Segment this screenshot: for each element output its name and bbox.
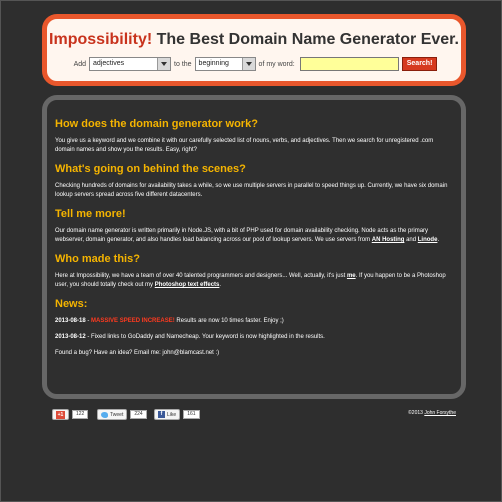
footer: +1 122 Tweet 224 f Like 161 ©2013 John F… <box>52 409 456 423</box>
section-text: Our domain name generator is written pri… <box>55 227 453 245</box>
gplus-count: 122 <box>72 410 89 419</box>
news-item: 2013-08-18 - MASSIVE SPEED INCREASE! Res… <box>55 317 453 326</box>
section-behind-scenes: What's going on behind the scenes? Check… <box>55 163 453 200</box>
section-text: Checking hundreds of domains for availab… <box>55 183 448 198</box>
header-panel: Impossibility! The Best Domain Name Gene… <box>42 14 466 86</box>
twitter-share: Tweet 224 <box>97 409 147 420</box>
add-label: Add <box>73 60 87 68</box>
news-text: Results are now 10 times faster. Enjoy ;… <box>174 318 284 324</box>
word-type-value: adjectives <box>93 60 125 67</box>
page-title: Impossibility! The Best Domain Name Gene… <box>47 31 461 49</box>
tagline: The Best Domain Name Generator Ever. <box>156 31 459 48</box>
news-date: 2013-08-12 <box>55 334 86 340</box>
author-link[interactable]: John Forsythe <box>424 410 456 416</box>
me-link[interactable]: me <box>347 273 356 279</box>
an-hosting-link[interactable]: AN Hosting <box>372 237 405 243</box>
dropdown-arrow-icon[interactable] <box>157 58 171 70</box>
section-who-made: Who made this? Here at Impossibility, we… <box>55 253 453 290</box>
position-value: beginning <box>198 60 229 67</box>
section-heading: Who made this? <box>55 253 140 265</box>
dropdown-arrow-icon[interactable] <box>241 58 255 70</box>
facebook-icon: f <box>158 411 165 418</box>
news-item: 2013-08-12 - Fixed links to GoDaddy and … <box>55 333 453 342</box>
text-part: . <box>437 237 440 243</box>
keyword-input[interactable] <box>299 57 399 71</box>
news-highlight: MASSIVE SPEED INCREASE! <box>91 318 175 324</box>
search-button[interactable]: Search! <box>401 57 438 71</box>
brand-name: Impossibility! <box>49 31 153 48</box>
text-part: . <box>219 282 222 288</box>
gplus-share: +1 122 <box>52 409 89 420</box>
contact-note: Found a bug? Have an idea? Email me: joh… <box>55 350 220 356</box>
copyright-prefix: ©2013 <box>408 410 425 416</box>
gplus-button[interactable]: +1 <box>52 409 69 420</box>
facebook-share: f Like 161 <box>154 409 200 420</box>
tweet-button[interactable]: Tweet <box>97 409 128 420</box>
text-part: Here at Impossibility, we have a team of… <box>55 273 347 279</box>
news-heading: News: <box>55 298 88 310</box>
like-label: Like <box>167 411 177 418</box>
of-word-label: of my word: <box>258 60 295 68</box>
tweet-count: 224 <box>130 410 147 419</box>
photoshop-effects-link[interactable]: Photoshop text effects <box>155 282 220 288</box>
generator-form: Add adjectives to the beginning of my wo… <box>47 57 461 71</box>
section-heading: Tell me more! <box>55 208 126 220</box>
text-part: and <box>404 237 418 243</box>
like-count: 161 <box>183 410 200 419</box>
like-button[interactable]: f Like <box>154 409 181 420</box>
word-type-select[interactable]: adjectives <box>89 57 172 71</box>
section-news: News: 2013-08-18 - MASSIVE SPEED INCREAS… <box>55 298 453 358</box>
content-panel: How does the domain generator work? You … <box>42 95 466 399</box>
section-heading: What's going on behind the scenes? <box>55 163 246 175</box>
position-select[interactable]: beginning <box>194 57 256 71</box>
twitter-bird-icon <box>101 411 108 418</box>
section-heading: How does the domain generator work? <box>55 118 258 130</box>
tweet-label: Tweet <box>110 411 124 418</box>
to-the-label: to the <box>174 60 192 68</box>
news-text: Fixed links to GoDaddy and Namecheap. Yo… <box>91 334 325 340</box>
section-text: Here at Impossibility, we have a team of… <box>55 272 453 290</box>
gplus-icon: +1 <box>56 410 65 419</box>
section-tell-more: Tell me more! Our domain name generator … <box>55 208 453 245</box>
section-text: You give us a keyword and we combine it … <box>55 138 434 153</box>
section-how: How does the domain generator work? You … <box>55 118 453 155</box>
linode-link[interactable]: Linode <box>418 237 438 243</box>
news-date: 2013-08-18 <box>55 318 86 324</box>
copyright: ©2013 John Forsythe <box>408 409 456 417</box>
